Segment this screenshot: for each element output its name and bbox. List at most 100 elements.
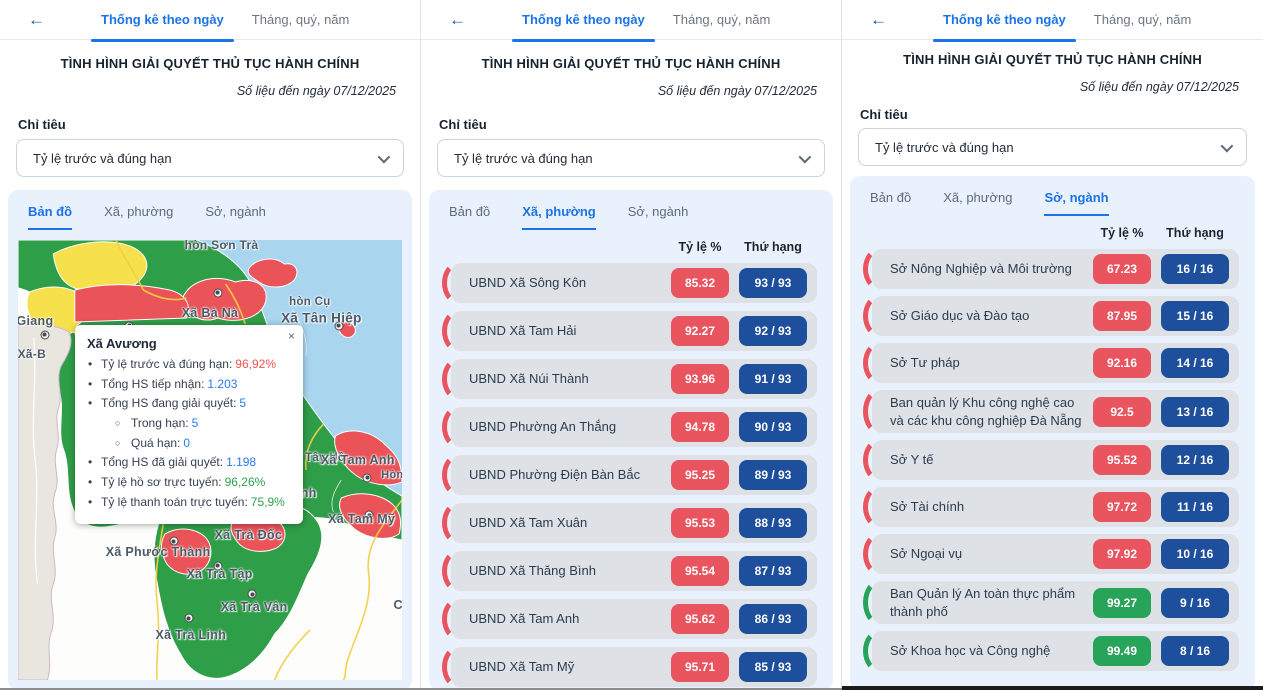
tooltip-row-label: Tỷ lệ trước và đúng hạn:: [101, 357, 232, 371]
department-row[interactable]: Ban Quản lý An toàn thực phẩm thành phố …: [872, 581, 1239, 624]
subtab-communes[interactable]: Xã, phường: [522, 204, 596, 230]
commune-name: UBND Xã Núi Thành: [469, 370, 671, 388]
map-marker-icon: [40, 330, 49, 339]
map-place-label: Xã Tam Anh: [321, 453, 395, 467]
subtab-departments[interactable]: Sở, ngành: [1044, 190, 1108, 216]
commune-row[interactable]: UBND Xã Tam Anh 95.62 86 / 93: [451, 599, 817, 639]
rank-badge: 91 / 93: [739, 364, 807, 394]
department-row[interactable]: Sở Tài chính 97.72 11 / 16: [872, 487, 1239, 527]
indicator-select[interactable]: Tỷ lệ trước và đúng hạn: [858, 128, 1247, 166]
map-place-label: Xã Tân Hiệp: [281, 311, 362, 326]
department-row[interactable]: Ban quản lý Khu công nghệ cao và các khu…: [872, 390, 1239, 433]
commune-name: UBND Xã Tam Xuân: [469, 514, 671, 532]
map-place-label: Xã Trà Linh: [155, 628, 226, 642]
tab-month-quarter-year[interactable]: Tháng, quý, năm: [252, 0, 350, 40]
subtab-map[interactable]: Bản đồ: [28, 204, 72, 230]
rate-badge: 95.52: [1093, 445, 1151, 475]
department-name: Sở Tư pháp: [890, 354, 1093, 372]
indicator-label: Chỉ tiêu: [421, 117, 841, 132]
rate-badge: 67.23: [1093, 254, 1151, 284]
close-icon[interactable]: ×: [288, 329, 295, 343]
page-title: TÌNH HÌNH GIẢI QUYẾT THỦ TỤC HÀNH CHÍNH: [0, 56, 420, 71]
top-bar: ← Thống kê theo ngày Tháng, quý, năm: [842, 0, 1263, 40]
commune-row[interactable]: UBND Xã Tam Hải 92.27 92 / 93: [451, 311, 817, 351]
map-place-label: Xã Trà Đốc: [215, 528, 283, 542]
map-place-label: hòn Sơn Trà: [185, 240, 259, 252]
tooltip-row-label: Trong hạn:: [131, 416, 189, 430]
rank-badge: 10 / 16: [1161, 539, 1229, 569]
commune-name: UBND Phường An Thắng: [469, 418, 671, 436]
commune-panel-content: Bản đồ Xã, phường Sở, ngành Tỷ lệ % Thứ …: [429, 190, 833, 690]
tooltip-row-label: Tổng HS tiếp nhận:: [101, 377, 204, 391]
commune-row[interactable]: UBND Xã Thăng Bình 95.54 87 / 93: [451, 551, 817, 591]
chevron-down-icon: [1221, 139, 1234, 152]
tab-month-quarter-year[interactable]: Tháng, quý, năm: [1094, 0, 1192, 40]
commune-row[interactable]: UBND Xã Tam Mỹ 95.71 85 / 93: [451, 647, 817, 687]
map-marker-icon: [184, 614, 193, 623]
chevron-down-icon: [799, 150, 812, 163]
tooltip-row-value: 5: [192, 416, 199, 430]
tab-daily-stats[interactable]: Thống kê theo ngày: [943, 0, 1066, 40]
map-place-label: ơn Xã-B: [18, 347, 46, 361]
view-subtabs: Bản đồ Xã, phường Sở, ngành: [439, 198, 823, 230]
subtab-communes[interactable]: Xã, phường: [943, 190, 1012, 216]
indicator-select[interactable]: Tỷ lệ trước và đúng hạn: [437, 139, 825, 177]
subtab-map[interactable]: Bản đồ: [870, 190, 911, 216]
department-row[interactable]: Sở Nông Nghiệp và Môi trường 67.23 16 / …: [872, 249, 1239, 289]
rank-badge: 11 / 16: [1161, 492, 1229, 522]
subtab-map[interactable]: Bản đồ: [449, 204, 490, 230]
province-map[interactable]: hòn Sơn TràXã Bà Nàhòn CụXã Tân HiệpTây …: [18, 240, 402, 680]
commune-row[interactable]: UBND Phường Điện Bàn Bắc 95.25 89 / 93: [451, 455, 817, 495]
tooltip-row: Trong hạn:5: [85, 415, 293, 431]
list-column-headers: Tỷ lệ % Thứ hạng: [860, 226, 1229, 240]
department-row[interactable]: Sở Tư pháp 92.16 14 / 16: [872, 343, 1239, 383]
tab-daily-stats[interactable]: Thống kê theo ngày: [522, 0, 645, 40]
indicator-select-value: Tỷ lệ trước và đúng hạn: [33, 151, 172, 166]
tooltip-row-value: 75,9%: [251, 495, 285, 509]
map-marker-icon: [213, 288, 222, 297]
map-place-label: Xã Phước Thành: [106, 545, 211, 559]
subtab-departments[interactable]: Sở, ngành: [628, 204, 689, 230]
department-name: Sở Nông Nghiệp và Môi trường: [890, 260, 1093, 278]
stats-panel-departments: ← Thống kê theo ngày Tháng, quý, năm TÌN…: [842, 0, 1263, 690]
indicator-select[interactable]: Tỷ lệ trước và đúng hạn: [16, 139, 404, 177]
tab-month-quarter-year[interactable]: Tháng, quý, năm: [673, 0, 771, 40]
indicator-select-value: Tỷ lệ trước và đúng hạn: [875, 140, 1014, 155]
tooltip-rows: Tỷ lệ trước và đúng hạn:96,92% Tổng HS t…: [85, 356, 293, 510]
rate-badge: 87.95: [1093, 301, 1151, 331]
commune-row[interactable]: UBND Phường An Thắng 94.78 90 / 93: [451, 407, 817, 447]
stats-panel-map: ← Thống kê theo ngày Tháng, quý, năm TÌN…: [0, 0, 421, 690]
back-button[interactable]: ←: [870, 0, 887, 40]
tooltip-row-value: 1.203: [207, 377, 237, 391]
tooltip-row: Tổng HS đang giải quyết:5: [85, 395, 293, 411]
page-title: TÌNH HÌNH GIẢI QUYẾT THỦ TỤC HÀNH CHÍNH: [842, 52, 1263, 67]
tooltip-row-label: Tỷ lệ thanh toán trực tuyến:: [101, 495, 248, 509]
commune-name: UBND Xã Thăng Bình: [469, 562, 671, 580]
commune-name: UBND Xã Tam Mỹ: [469, 658, 671, 676]
back-button[interactable]: ←: [28, 0, 45, 40]
map-place-label: C: [393, 598, 402, 612]
tooltip-row-label: Tỷ lệ hồ sơ trực tuyến:: [101, 475, 222, 489]
commune-name: UBND Xã Tam Anh: [469, 610, 671, 628]
tab-daily-stats[interactable]: Thống kê theo ngày: [101, 0, 224, 40]
commune-row[interactable]: UBND Xã Tam Xuân 95.53 88 / 93: [451, 503, 817, 543]
subtab-departments[interactable]: Sở, ngành: [205, 204, 266, 230]
department-name: Sở Khoa học và Công nghệ: [890, 642, 1093, 660]
department-row[interactable]: Sở Y tế 95.52 12 / 16: [872, 440, 1239, 480]
back-button[interactable]: ←: [449, 0, 466, 40]
column-header-rate: Tỷ lệ %: [1093, 226, 1151, 240]
department-ranking-list: Sở Nông Nghiệp và Môi trường 67.23 16 / …: [860, 249, 1245, 690]
page-title: TÌNH HÌNH GIẢI QUYẾT THỦ TỤC HÀNH CHÍNH: [421, 56, 841, 71]
map-tooltip: × Xã Avương Tỷ lệ trước và đúng hạn:96,9…: [75, 325, 303, 524]
rate-badge: 95.53: [671, 508, 729, 538]
rate-badge: 97.92: [1093, 539, 1151, 569]
rate-badge: 99.27: [1093, 588, 1151, 618]
tooltip-row: Tỷ lệ trước và đúng hạn:96,92%: [85, 356, 293, 372]
subtab-communes[interactable]: Xã, phường: [104, 204, 173, 230]
department-row[interactable]: Sở Khoa học và Công nghệ 99.49 8 / 16: [872, 631, 1239, 671]
department-row[interactable]: Sở Ngoại vụ 97.92 10 / 16: [872, 534, 1239, 574]
rate-badge: 97.72: [1093, 492, 1151, 522]
commune-row[interactable]: UBND Xã Sông Kôn 85.32 93 / 93: [451, 263, 817, 303]
department-row[interactable]: Sở Giáo dục và Đào tạo 87.95 15 / 16: [872, 296, 1239, 336]
commune-row[interactable]: UBND Xã Núi Thành 93.96 91 / 93: [451, 359, 817, 399]
